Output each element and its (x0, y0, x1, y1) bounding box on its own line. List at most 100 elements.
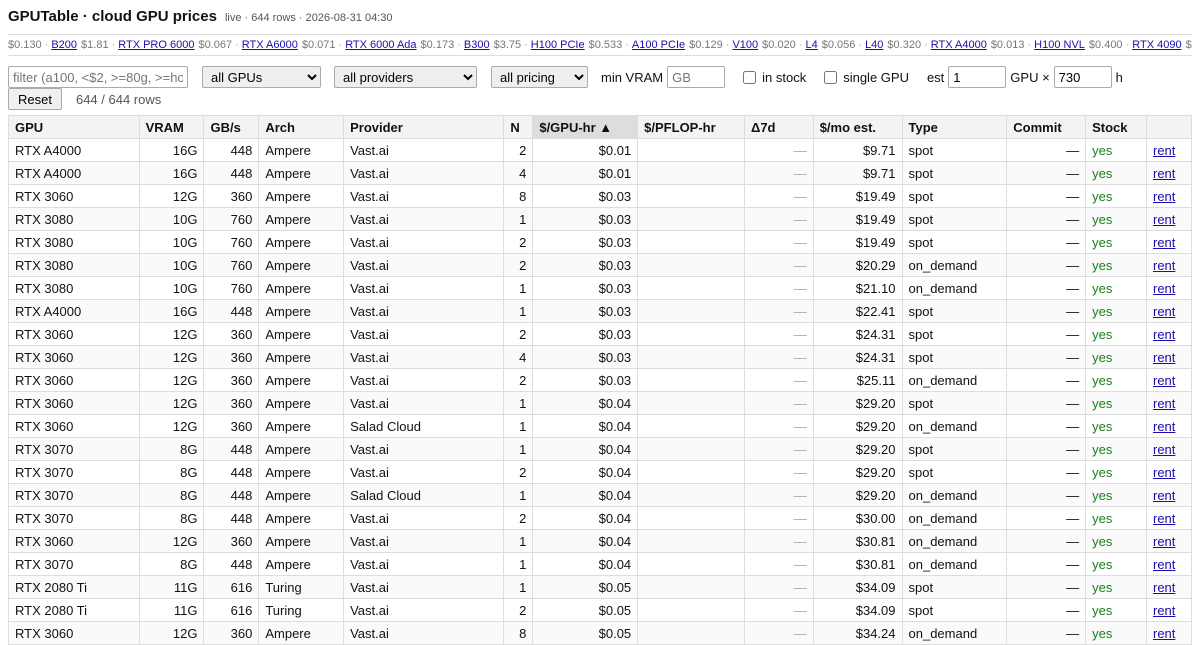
column-header-stock[interactable]: Stock (1085, 115, 1147, 139)
cell-bandwidth: 360 (203, 345, 260, 369)
cell-type: on_demand (901, 506, 1008, 530)
cell-delta-7d: — (743, 598, 814, 622)
min-vram-input[interactable] (667, 66, 726, 88)
rent-link[interactable]: rent (1153, 442, 1175, 457)
filter-input[interactable] (8, 66, 188, 88)
rent-link[interactable]: rent (1153, 373, 1175, 388)
pricing-select[interactable]: all pricing (491, 66, 588, 88)
rent-link[interactable]: rent (1153, 626, 1175, 641)
gpu-select[interactable]: all GPUs (202, 66, 321, 88)
cell-provider: Vast.ai (343, 598, 505, 622)
column-header-price-per-pflop-hr[interactable]: $/PFLOP-hr (637, 115, 745, 139)
cell-arch: Ampere (258, 299, 345, 323)
gpu-price-table: GPU VRAM GB/s Arch Provider N $/GPU-hr ▲ $/PFLO… (8, 115, 1193, 645)
rent-link[interactable]: rent (1153, 511, 1175, 526)
column-header-n[interactable]: N (503, 115, 534, 139)
in-stock-label: in stock (762, 69, 807, 85)
ticker-gpu-link[interactable]: RTX A6000 (242, 39, 298, 51)
ticker-gpu-link[interactable]: H100 NVL (1034, 39, 1085, 51)
gpu-count-input[interactable] (948, 66, 1007, 88)
ticker-price: $1.81 (81, 39, 109, 51)
cell-gpu: RTX 3080 (8, 207, 140, 231)
cell-monthly-est: $19.49 (812, 230, 903, 254)
ticker-gpu-link[interactable]: RTX 4090 (1132, 39, 1181, 51)
cell-delta-7d: — (743, 276, 814, 300)
cell-action: rent (1145, 299, 1193, 323)
ticker-gpu-link[interactable]: RTX PRO 6000 (118, 39, 194, 51)
rent-link[interactable]: rent (1153, 258, 1175, 273)
rent-link[interactable]: rent (1153, 189, 1175, 204)
column-header-delta-7d[interactable]: Δ7d (743, 115, 814, 139)
ticker-gpu-link[interactable]: RTX 6000 Ada (345, 39, 416, 51)
rent-link[interactable]: rent (1153, 327, 1175, 342)
cell-provider: Vast.ai (343, 437, 505, 461)
ticker-gpu-link[interactable]: H100 PCIe (531, 39, 585, 51)
cell-stock: yes (1085, 506, 1147, 530)
rent-link[interactable]: rent (1153, 580, 1175, 595)
ticker-gpu-link[interactable]: B300 (464, 39, 490, 51)
cell-vram: 10G (138, 230, 205, 254)
rent-link[interactable]: rent (1153, 281, 1175, 296)
ticker-gpu-link[interactable]: V100 (732, 39, 758, 51)
rent-link[interactable]: rent (1153, 465, 1175, 480)
column-header-price-per-gpu-hr[interactable]: $/GPU-hr ▲ (532, 115, 639, 139)
cell-provider: Vast.ai (343, 322, 505, 346)
cell-delta-7d: — (743, 529, 814, 553)
provider-select[interactable]: all providers (334, 66, 477, 88)
cell-price-per-gpu-hr: $0.03 (532, 230, 639, 254)
column-header-arch[interactable]: Arch (258, 115, 345, 139)
rent-link[interactable]: rent (1153, 557, 1175, 572)
column-header-vram[interactable]: VRAM (138, 115, 205, 139)
rent-link[interactable]: rent (1153, 396, 1175, 411)
column-header-monthly-est[interactable]: $/mo est. (812, 115, 903, 139)
rent-link[interactable]: rent (1153, 304, 1175, 319)
single-gpu-checkbox[interactable] (824, 70, 838, 84)
ticker-gpu-link[interactable]: RTX A4000 (931, 39, 987, 51)
cell-gpu: RTX 3070 (8, 483, 140, 507)
rent-link[interactable]: rent (1153, 419, 1175, 434)
cell-type: on_demand (901, 529, 1008, 553)
rent-link[interactable]: rent (1153, 603, 1175, 618)
reset-button[interactable]: Reset (8, 88, 62, 110)
column-header-provider[interactable]: Provider (343, 115, 505, 139)
rent-link[interactable]: rent (1153, 166, 1175, 181)
rent-link[interactable]: rent (1153, 143, 1175, 158)
ticker-gpu-link[interactable]: B200 (51, 39, 77, 51)
cell-commit: — (1006, 460, 1087, 484)
cell-gpu: RTX A4000 (8, 161, 140, 185)
single-gpu-label: single GPU (843, 69, 909, 85)
cell-bandwidth: 360 (203, 322, 260, 346)
cell-gpu: RTX 3060 (8, 621, 140, 645)
cell-n: 1 (503, 552, 534, 576)
cell-stock: yes (1085, 552, 1147, 576)
page-subtitle: live · 644 rows · 2026-08-31 04:30 (224, 12, 393, 24)
ticker-gpu-link[interactable]: L40 (865, 39, 883, 51)
column-header-gpu[interactable]: GPU (8, 115, 140, 139)
column-header-type[interactable]: Type (901, 115, 1008, 139)
rent-link[interactable]: rent (1153, 235, 1175, 250)
cell-price-per-pflop-hr (637, 345, 745, 369)
column-header-bandwidth[interactable]: GB/s (203, 115, 260, 139)
hours-input[interactable] (1053, 66, 1112, 88)
cell-bandwidth: 448 (203, 161, 260, 185)
rent-link[interactable]: rent (1153, 350, 1175, 365)
ticker-separator: · (338, 39, 343, 51)
cell-vram: 11G (138, 575, 205, 599)
cell-provider: Vast.ai (343, 276, 505, 300)
ticker-gpu-link[interactable]: A100 PCIe (632, 39, 685, 51)
cell-arch: Ampere (258, 621, 345, 645)
rent-link[interactable]: rent (1153, 534, 1175, 549)
cell-n: 2 (503, 368, 534, 392)
column-header-action[interactable] (1145, 115, 1193, 139)
cell-vram: 8G (138, 552, 205, 576)
rent-link[interactable]: rent (1153, 488, 1175, 503)
ticker-gpu-link[interactable]: L4 (805, 39, 817, 51)
cell-vram: 16G (138, 299, 205, 323)
rent-link[interactable]: rent (1153, 212, 1175, 227)
in-stock-checkbox[interactable] (743, 70, 757, 84)
cell-vram: 8G (138, 460, 205, 484)
table-row: RTX 3080 10G 760 Ampere Vast.ai 1 $0.03— $19.49… (8, 207, 1193, 231)
cell-gpu: RTX 2080 Ti (8, 598, 140, 622)
cell-delta-7d: — (743, 138, 814, 162)
column-header-commit[interactable]: Commit (1006, 115, 1087, 139)
